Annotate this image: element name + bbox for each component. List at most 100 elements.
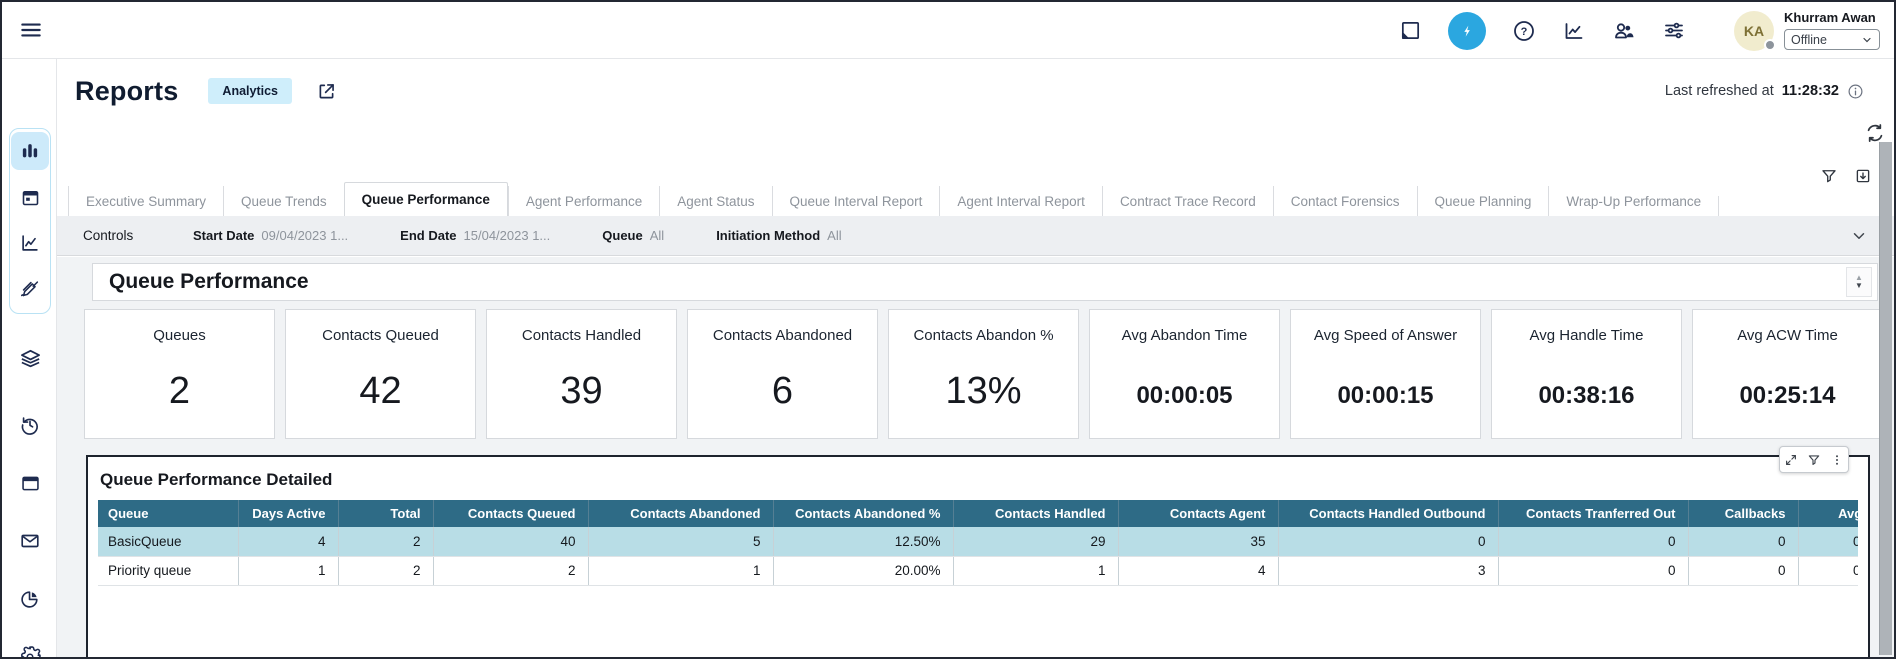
hamburger-menu-icon[interactable] [18, 17, 44, 43]
help-icon[interactable]: ? [1512, 19, 1536, 43]
table-title: Queue Performance Detailed [100, 470, 1868, 490]
cell: 29 [953, 527, 1118, 556]
table-body: BasicQueue4240512.50%293500000:42:22Prio… [98, 527, 1858, 585]
table-row-basicqueue[interactable]: BasicQueue4240512.50%293500000:42:22 [98, 527, 1858, 556]
col-contacts-handled-outbound[interactable]: Contacts Handled Outbound [1278, 500, 1498, 527]
tab-agent-status[interactable]: Agent Status [659, 186, 771, 216]
expand-icon[interactable] [1784, 453, 1798, 467]
status-dot [1764, 39, 1776, 51]
filter-end-date[interactable]: End Date 15/04/2023 1... [400, 228, 550, 243]
col-contacts-abandoned[interactable]: Contacts Abandoned [588, 500, 773, 527]
cell: 12.50% [773, 527, 953, 556]
sidebar-item-workspace[interactable] [11, 464, 49, 502]
tab-executive-summary[interactable]: Executive Summary [68, 186, 223, 216]
controls-expand-chevron-icon[interactable] [1850, 227, 1868, 245]
info-icon[interactable] [1847, 83, 1864, 100]
sidebar [2, 59, 57, 657]
cell: 2 [338, 556, 433, 585]
kpi-value: 6 [688, 370, 877, 413]
vertical-scrollbar[interactable] [1879, 142, 1892, 655]
app-window: ? KA Khurram Awan Offline [0, 0, 1896, 659]
col-contacts-abandoned[interactable]: Contacts Abandoned % [773, 500, 953, 527]
tab-queue-trends[interactable]: Queue Trends [223, 186, 344, 216]
export-download-icon[interactable] [1854, 167, 1872, 185]
table-clip: QueueDays ActiveTotalContacts QueuedCont… [98, 500, 1858, 586]
filter-label: End Date [400, 228, 456, 243]
sidebar-item-design[interactable] [11, 270, 49, 308]
filter-label: Queue [602, 228, 642, 243]
external-link-icon[interactable] [316, 81, 337, 102]
col-contacts-agent[interactable]: Contacts Agent [1118, 500, 1278, 527]
col-contacts-tranferred-out[interactable]: Contacts Tranferred Out [1498, 500, 1688, 527]
filter-value: All [827, 228, 841, 243]
queue-performance-table: QueueDays ActiveTotalContacts QueuedCont… [98, 500, 1858, 586]
user-area: KA Khurram Awan Offline [1734, 8, 1880, 51]
tab-agent-interval-report[interactable]: Agent Interval Report [939, 186, 1102, 216]
col-callbacks[interactable]: Callbacks [1688, 500, 1798, 527]
filter-initiation-method[interactable]: Initiation MethodAll [716, 228, 841, 243]
cell: 0 [1498, 527, 1688, 556]
topbar: ? KA Khurram Awan Offline [2, 2, 1894, 59]
last-refreshed-time: 11:28:32 [1782, 83, 1839, 99]
metrics-icon[interactable] [1562, 19, 1586, 43]
kpi-label: Avg Handle Time [1492, 327, 1681, 344]
col-contacts-handled[interactable]: Contacts Handled [953, 500, 1118, 527]
sidebar-item-historical-metrics[interactable] [11, 224, 49, 262]
section-spinner[interactable]: ▲ ▼ [1846, 267, 1872, 297]
avatar[interactable]: KA [1734, 11, 1774, 51]
design-brush-icon [19, 278, 41, 300]
status-select[interactable]: Offline [1784, 29, 1880, 50]
sidebar-item-calendar[interactable] [11, 178, 49, 216]
notes-icon[interactable] [1398, 19, 1422, 43]
tab-queue-planning[interactable]: Queue Planning [1417, 186, 1549, 216]
cell: 1 [588, 556, 773, 585]
col-contacts-queued[interactable]: Contacts Queued [433, 500, 588, 527]
table-row-priority-queue[interactable]: Priority queue122120.00%1430000:01:19 [98, 556, 1858, 585]
tab-contact-forensics[interactable]: Contact Forensics [1273, 186, 1417, 216]
filter-start-date[interactable]: Start Date09/04/2023 1... [193, 228, 348, 243]
kpi-value: 13% [889, 370, 1078, 413]
user-name: Khurram Awan [1784, 10, 1880, 25]
kebab-menu-icon[interactable] [1830, 453, 1844, 467]
kpi-value: 00:38:16 [1492, 382, 1681, 410]
filter-queue[interactable]: QueueAll [602, 228, 664, 243]
kpi-value: 2 [85, 370, 274, 413]
kpi-label: Avg Abandon Time [1090, 327, 1279, 344]
sidebar-item-dashboard[interactable] [11, 132, 49, 170]
col-queue[interactable]: Queue [98, 500, 238, 527]
kpi-card-avg-speed-of-answer: Avg Speed of Answer00:00:15 [1290, 309, 1481, 439]
cell: 0 [1688, 527, 1798, 556]
kpi-card-avg-acw-time: Avg ACW Time00:25:14 [1692, 309, 1883, 439]
kpi-label: Queues [85, 327, 274, 344]
tab-wrap-up-performance[interactable]: Wrap-Up Performance [1548, 186, 1718, 216]
sidebar-item-mail[interactable] [11, 522, 49, 560]
tab-contract-trace-record[interactable]: Contract Trace Record [1102, 186, 1273, 216]
sidebar-item-flows[interactable] [11, 338, 49, 376]
chevron-down-icon [1861, 34, 1873, 46]
svg-text:?: ? [1521, 26, 1528, 38]
users-icon[interactable] [1612, 19, 1636, 43]
refresh-icon[interactable] [1864, 122, 1886, 144]
col-avg-handl[interactable]: Avg Handl. [1798, 500, 1858, 527]
table-header-row: QueueDays ActiveTotalContacts QueuedCont… [98, 500, 1858, 527]
tab-queue-interval-report[interactable]: Queue Interval Report [772, 186, 940, 216]
filter-value: 15/04/2023 1... [464, 228, 551, 243]
tab-queue-performance[interactable]: Queue Performance [344, 182, 508, 216]
kpi-value: 00:00:15 [1291, 382, 1480, 410]
sidebar-item-history[interactable] [11, 406, 49, 444]
last-refreshed-label: Last refreshed at [1665, 83, 1774, 99]
filter-funnel-icon[interactable] [1820, 167, 1838, 185]
col-total[interactable]: Total [338, 500, 433, 527]
sidebar-item-reports-pie[interactable] [11, 580, 49, 618]
realtime-zap-icon[interactable] [1448, 12, 1486, 50]
sidebar-item-settings[interactable] [11, 638, 49, 659]
analytics-badge: Analytics [208, 78, 292, 104]
report-tabs: Executive SummaryQueue TrendsQueue Perfo… [68, 186, 1894, 216]
spinner-down-icon[interactable]: ▼ [1855, 282, 1863, 290]
tab-agent-performance[interactable]: Agent Performance [508, 186, 659, 216]
table-filter-icon[interactable] [1807, 453, 1821, 467]
sliders-icon[interactable] [1662, 19, 1686, 43]
bar-chart-icon [19, 140, 41, 162]
table-toolbar [1779, 446, 1849, 473]
col-days-active[interactable]: Days Active [238, 500, 338, 527]
